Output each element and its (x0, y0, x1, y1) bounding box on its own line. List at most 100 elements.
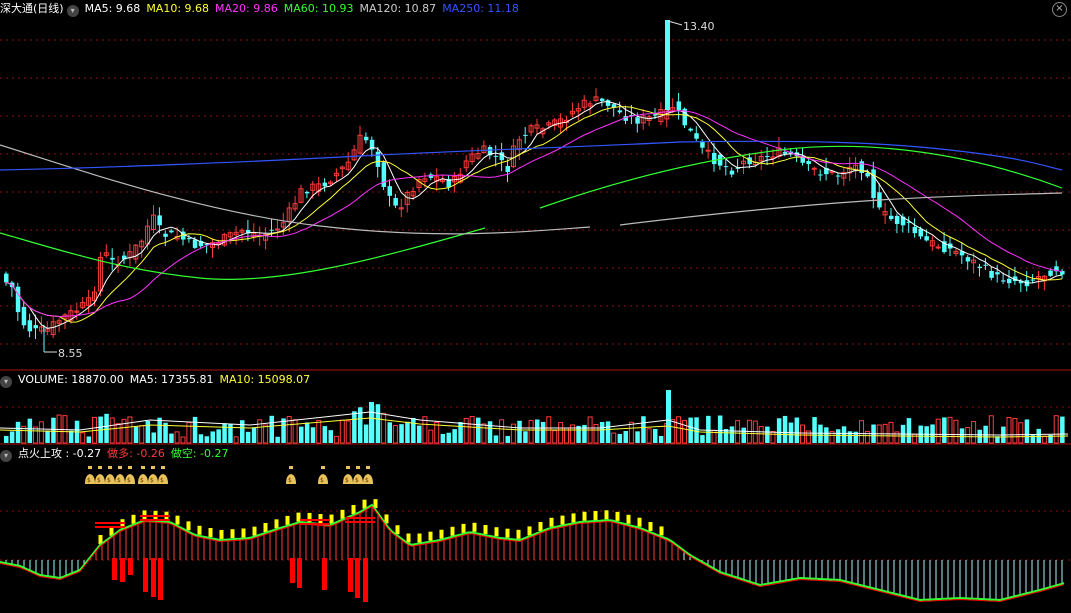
volume-bar (333, 435, 339, 444)
indicator-cap (637, 517, 642, 527)
volume-bar (387, 422, 392, 443)
candle-body (110, 257, 115, 260)
volume-bar (216, 429, 221, 443)
indicator-cap (296, 512, 301, 522)
signal-bar (348, 558, 353, 592)
candle-body (729, 170, 735, 175)
volume-bar (375, 404, 381, 443)
volume-bar (694, 417, 699, 443)
indicator-cap (197, 525, 202, 535)
money-bag-icon: $ (148, 466, 158, 484)
volume-bar (758, 426, 764, 444)
volume-bar (411, 417, 416, 443)
volume-bar (145, 420, 151, 443)
volume-bar (51, 417, 56, 443)
volume-bar (310, 427, 316, 443)
svg-text:$: $ (97, 477, 101, 484)
indicator-cap (274, 519, 279, 529)
money-bag-icon: $ (85, 466, 95, 484)
candle-body (4, 273, 9, 283)
volume-bar (299, 426, 304, 443)
volume-bar (523, 431, 528, 443)
candle-body (523, 134, 528, 136)
volume-bar (930, 424, 935, 443)
volume-bar (741, 427, 746, 443)
volume-bar (428, 429, 434, 444)
stock-chart[interactable]: $ $ $ $ $ $ $ $ $ $ $ $ $ 13.40 8.55 (0, 0, 1071, 613)
candle-body (894, 215, 900, 224)
low-price-label: 8.55 (58, 347, 83, 360)
svg-text:$: $ (117, 477, 121, 484)
volume-bar (481, 423, 487, 444)
volume-bar (322, 426, 328, 443)
volume-bar (369, 402, 374, 443)
candle-body (186, 238, 192, 240)
candle-body (499, 152, 505, 161)
candle-body (977, 266, 982, 269)
volume-bar (935, 418, 941, 444)
candle-body (912, 226, 918, 234)
candle-body (393, 198, 398, 206)
volume-bar (782, 415, 788, 443)
indicator-cap (472, 522, 477, 532)
candle-body (765, 156, 770, 158)
indicator-cap (362, 499, 367, 509)
signal-bar (322, 558, 327, 590)
svg-text:$: $ (107, 477, 111, 484)
money-bag-icon: $ (158, 466, 168, 484)
volume-bar (499, 419, 505, 444)
volume-bar (942, 417, 947, 443)
volume-bar (68, 430, 74, 443)
candle-body (1001, 280, 1006, 282)
volume-bar (251, 427, 257, 443)
volume-bar (399, 424, 404, 443)
volume-bar (86, 436, 92, 443)
volume-bar (469, 416, 475, 444)
volume-bar (1060, 416, 1065, 443)
volume-bar (859, 420, 864, 444)
candle-body (688, 128, 693, 131)
volume-bar (487, 421, 493, 443)
volume-bar (700, 435, 705, 443)
candle-body (935, 246, 941, 249)
candle-body (983, 264, 988, 266)
indicator-cap (439, 529, 444, 539)
volume-bar (729, 426, 735, 443)
volume-bar (653, 428, 658, 443)
indicator-cap (219, 529, 224, 539)
volume-bar (476, 417, 481, 443)
indicator-cap (351, 505, 356, 515)
high-price-pointer (667, 20, 683, 26)
candle-body (705, 149, 711, 152)
volume-bar (812, 417, 817, 443)
volume-bar (275, 436, 280, 443)
indicator-cap (450, 526, 455, 536)
candle-body (811, 167, 817, 170)
svg-text:$: $ (345, 477, 349, 484)
svg-text:$: $ (150, 477, 154, 484)
svg-text:$: $ (127, 477, 131, 484)
indicator-cap (527, 526, 532, 536)
candle-body (381, 162, 387, 187)
money-bag-icon: $ (318, 466, 328, 484)
candle-body (653, 114, 658, 116)
volume-bar (263, 424, 269, 444)
money-bag-icon: $ (343, 466, 353, 484)
signal-bar (297, 558, 302, 588)
volume-bar (794, 417, 800, 443)
signal-bar (355, 558, 360, 598)
volume-bar (635, 431, 640, 443)
volume-bar (104, 413, 109, 443)
volume-bar (646, 428, 652, 444)
volume-bar (304, 422, 310, 443)
volume-bar (717, 415, 723, 443)
money-bag-icon: $ (353, 466, 363, 484)
volume-bar (617, 433, 623, 443)
money-bag-icon: $ (363, 466, 373, 484)
indicator-series: $ $ $ $ $ $ $ $ $ $ $ $ $ (0, 466, 1065, 603)
candle-body (989, 270, 994, 278)
volume-bar (670, 419, 676, 444)
indicator-cap (230, 529, 235, 539)
signal-bar (363, 558, 368, 602)
volume-bar (1041, 435, 1047, 444)
